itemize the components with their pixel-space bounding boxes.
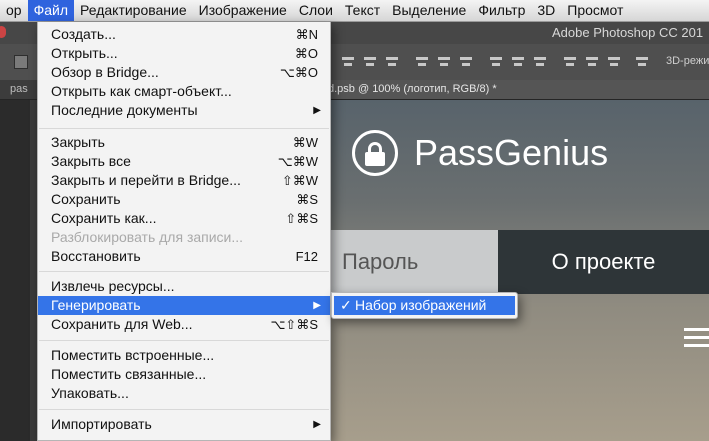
nav-tab-about: О проекте xyxy=(498,230,709,294)
distribute-right-icon[interactable] xyxy=(606,54,622,70)
menu-item-revert[interactable]: Восстановить F12 xyxy=(38,247,330,266)
lock-icon xyxy=(352,130,398,176)
menu-separator xyxy=(39,271,329,272)
3d-mode-label[interactable]: 3D-режи xyxy=(666,55,709,67)
nav-tab-password: Пароль xyxy=(318,230,498,294)
menu-item-save-for-web[interactable]: Сохранить для Web... ⌥⇧⌘S xyxy=(38,315,330,334)
distribute-bottom-icon[interactable] xyxy=(532,54,548,70)
checkmark-icon: ✓ xyxy=(340,297,352,313)
auto-align-icon[interactable] xyxy=(634,54,650,70)
tab-document-other[interactable]: pas xyxy=(10,80,28,99)
menu-item-image-assets[interactable]: ✓ Набор изображений xyxy=(334,296,515,315)
menu-image[interactable]: Изображение xyxy=(193,0,293,21)
brand-logo: PassGenius xyxy=(352,130,608,176)
distribute-center-icon[interactable] xyxy=(584,54,600,70)
brand-name: PassGenius xyxy=(414,132,609,173)
align-center-icon[interactable] xyxy=(436,54,452,70)
menu-item-import[interactable]: Импортировать ▶ xyxy=(38,415,330,434)
menu-select[interactable]: Выделение xyxy=(386,0,472,21)
menu-item-place-linked[interactable]: Поместить связанные... xyxy=(38,365,330,384)
menu-item-extract-assets[interactable]: Извлечь ресурсы... xyxy=(38,277,330,296)
menu-view[interactable]: Просмот xyxy=(561,0,629,21)
align-top-icon[interactable] xyxy=(340,54,356,70)
menu-item-close-go-bridge[interactable]: Закрыть и перейти в Bridge... ⇧⌘W xyxy=(38,171,330,190)
align-left-icon[interactable] xyxy=(414,54,430,70)
align-middle-icon[interactable] xyxy=(362,54,378,70)
distribute-left-icon[interactable] xyxy=(562,54,578,70)
menu-item-close-all[interactable]: Закрыть все ⌥⌘W xyxy=(38,152,330,171)
submenu-arrow-icon: ▶ xyxy=(313,300,321,311)
menu-file[interactable]: Файл xyxy=(27,0,74,21)
document-canvas[interactable]: PassGenius Пароль О проекте xyxy=(318,100,709,441)
generate-submenu: ✓ Набор изображений xyxy=(331,292,518,319)
menu-item-place-embedded[interactable]: Поместить встроенные... xyxy=(38,346,330,365)
menu-layers[interactable]: Слои xyxy=(293,0,339,21)
menu-item-new[interactable]: Создать... ⌘N xyxy=(38,25,330,44)
menu-bar: оp Файл Редактирование Изображение Слои … xyxy=(0,0,709,22)
submenu-arrow-icon: ▶ xyxy=(313,105,321,116)
menu-photoshop[interactable]: оp xyxy=(0,0,28,21)
menu-item-package[interactable]: Упаковать... xyxy=(38,384,330,403)
menu-item-open[interactable]: Открыть... ⌘O xyxy=(38,44,330,63)
menu-separator xyxy=(39,340,329,341)
tab-document-active[interactable]: d.psb @ 100% (логотип, RGB/8) * xyxy=(318,80,709,99)
menu-item-browse-bridge[interactable]: Обзор в Bridge... ⌥⌘O xyxy=(38,63,330,82)
app-title: Adobe Photoshop CC 201 xyxy=(552,25,704,40)
menu-item-save-as[interactable]: Сохранить как... ⇧⌘S xyxy=(38,209,330,228)
menu-item-unlock-write: Разблокировать для записи... xyxy=(51,229,244,245)
file-menu-dropdown: Создать... ⌘N Открыть... ⌘O Обзор в Brid… xyxy=(37,22,331,441)
menu-item-open-smart-object[interactable]: Открыть как смарт-объект... xyxy=(38,82,330,101)
menu-separator xyxy=(39,128,329,129)
tools-panel xyxy=(0,100,30,441)
menu-separator xyxy=(39,409,329,410)
checkbox-icon[interactable] xyxy=(14,55,28,69)
align-right-icon[interactable] xyxy=(458,54,474,70)
menu-filter[interactable]: Фильтр xyxy=(472,0,531,21)
close-window-icon[interactable] xyxy=(0,26,6,38)
menu-item-generate[interactable]: Генерировать ▶ xyxy=(38,296,330,315)
menu-type[interactable]: Текст xyxy=(339,0,386,21)
distribute-top-icon[interactable] xyxy=(488,54,504,70)
submenu-arrow-icon: ▶ xyxy=(313,419,321,430)
menu-3d[interactable]: 3D xyxy=(531,0,561,21)
menu-item-save[interactable]: Сохранить ⌘S xyxy=(38,190,330,209)
menu-item-close[interactable]: Закрыть ⌘W xyxy=(38,133,330,152)
align-bottom-icon[interactable] xyxy=(384,54,400,70)
menu-item-recent[interactable]: Последние документы ▶ xyxy=(38,101,330,120)
distribute-middle-icon[interactable] xyxy=(510,54,526,70)
hamburger-menu-icon xyxy=(684,328,709,348)
menu-edit[interactable]: Редактирование xyxy=(74,0,193,21)
